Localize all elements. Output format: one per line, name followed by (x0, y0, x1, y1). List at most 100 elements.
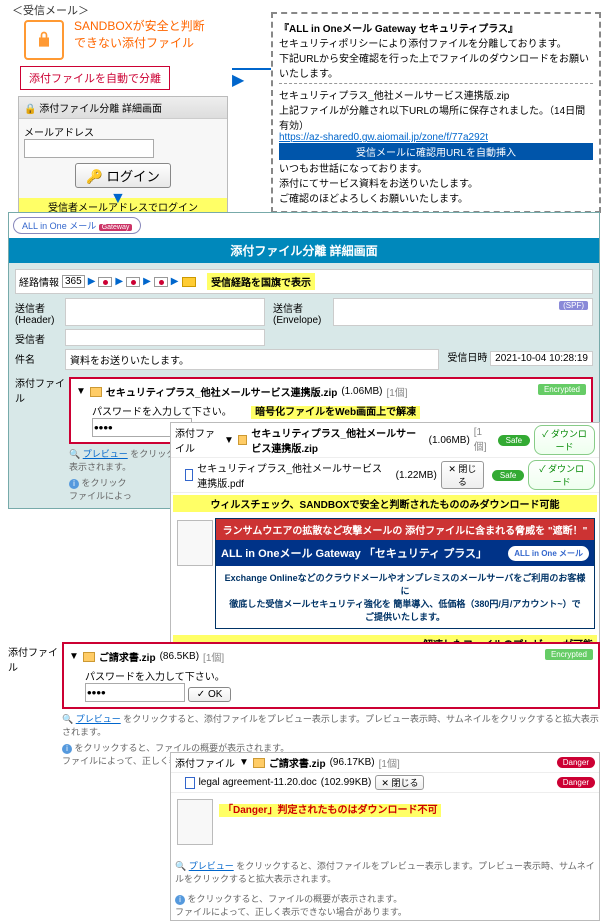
preview-link[interactable]: プレビュー (83, 449, 128, 459)
detail-pane-danger: 添付ファイル ▼ ご請求書.zip (96.17KB) [1個] Danger … (170, 752, 600, 921)
file-count: [1個] (386, 384, 407, 399)
doc-icon (185, 777, 195, 789)
app-title: 添付ファイル分離 詳細画面 (9, 238, 599, 263)
danger-note: 「Danger」判定されたものはダウンロード不可 (219, 804, 441, 817)
attachment-box: Encrypted ▼ ご請求書.zip (86.5KB) [1個] パスワード… (62, 642, 600, 709)
danger-badge: Danger (557, 757, 595, 768)
email-body3: ご確認のほどよろしくお願いいたします。 (279, 190, 593, 205)
info-help: をクリックすると、ファイルの概要が表示されます。 (188, 894, 403, 904)
file-row: ▼ セキュリティプラス_他社メールサービス連携版.zip (1.06MB) [1… (76, 384, 538, 399)
preview-help: をクリックすると、添付ファイルをプレビュー表示します。プレビュー表示時、サムネイ… (62, 714, 599, 737)
info-help2: ファイルによっ (69, 491, 132, 501)
subject-value: 資料をお送りいたします。 (65, 349, 439, 370)
flag-jp-icon (154, 277, 168, 287)
arrow-icon: ▶ (115, 276, 123, 287)
lock-icon (24, 20, 64, 60)
mini-logo: ALL in One メール (508, 546, 589, 561)
file-name: セキュリティプラス_他社メールサービス連携版.zip (251, 425, 424, 455)
sender-env-value: (SPF) (333, 298, 593, 326)
file-name: ご請求書.zip (269, 755, 326, 770)
detail-pane-safe: 添付ファイル ▼ セキュリティプラス_他社メールサービス連携版.zip (1.0… (170, 422, 600, 655)
file-size: (102.99KB) (321, 777, 372, 788)
arrow-right-icon: ▶ (232, 68, 272, 90)
safe-badge: Safe (492, 470, 524, 481)
info-note: ファイルによって、正しく表示できない場合があります。 (175, 907, 407, 917)
arrow-icon: ▶ (171, 276, 179, 287)
route-365-badge: 365 (62, 275, 85, 288)
file-count: [1個] (203, 649, 224, 664)
app-logo: ALL in One メール Gateway (13, 217, 141, 234)
ok-button[interactable]: ✓ OK (188, 687, 232, 702)
spf-badge: (SPF) (559, 301, 588, 310)
file-size: (1.22MB) (396, 470, 437, 481)
email-filename: セキュリティプラス_他社メールサービス連携版.zip (279, 87, 593, 102)
file-size: (1.06MB) (429, 435, 470, 446)
encrypted-badge: Encrypted (545, 649, 593, 660)
sandbox-note: SANDBOXが安全と判断 できない添付ファイル (74, 18, 205, 52)
recv-dt-value: 2021-10-04 10:28:19 (490, 351, 593, 366)
preview-link[interactable]: プレビュー (189, 861, 234, 871)
virus-note: ウィルスチェック、SANDBOXで安全と判断されたもののみダウンロード可能 (173, 495, 597, 512)
preview-help: をクリックすると、添付ファイルをプレビュー表示します。プレビュー表示時、サムネイ… (175, 861, 595, 884)
recipient-label: 受信者 (15, 329, 65, 346)
arrow-icon: ▶ (143, 276, 151, 287)
file-count: [1個] (474, 427, 490, 453)
file-row: ▼ ご請求書.zip (86.5KB) [1個] (69, 649, 545, 664)
attach-label: 添付ファイル (15, 373, 65, 502)
sender-header-label: 送信者 (Header) (15, 298, 65, 326)
download-button[interactable]: ✓ ダウンロード (528, 460, 595, 490)
sender-env-label: 送信者 (Envelope) (273, 298, 333, 326)
close-button[interactable]: ✕ 閉じる (375, 775, 424, 790)
file-size: (96.17KB) (330, 757, 375, 768)
safe-badge: Safe (498, 435, 530, 446)
recv-dt-label: 受信日時 (447, 353, 487, 364)
banner-red: ランサムウエアの拡散など攻撃メールの 添付ファイルに含まれる脅威を "遮断！" (216, 519, 594, 540)
sender-header-value (65, 298, 265, 326)
arrow-down-icon: ▼ (110, 190, 126, 208)
thumbnail[interactable] (177, 520, 213, 566)
preview-link[interactable]: プレビュー (76, 714, 121, 724)
thumbnail[interactable] (177, 799, 213, 845)
folder-icon (90, 387, 102, 397)
file-name: セキュリティプラス_他社メールサービス連携版.pdf (197, 460, 391, 490)
login-header: 🔒 添付ファイル分離 詳細画面 (19, 97, 227, 119)
danger-badge: Danger (557, 777, 595, 788)
pw-prompt: パスワードを入力して下さい。 (85, 672, 225, 683)
info-help1: をクリック (82, 478, 127, 488)
info-icon[interactable]: i (175, 895, 185, 905)
server-icon (182, 277, 196, 287)
email-url-link[interactable]: https://az-shared0.gw.aiomail.jp/zone/f/… (279, 132, 488, 143)
recipient-value (65, 329, 265, 346)
email-line1: セキュリティポリシーにより添付ファイルを分離しております。 (279, 35, 593, 50)
encrypted-badge: Encrypted (538, 384, 586, 395)
email-line2: 下記URLから安全確認を行った上でファイルのダウンロードをお願いいたします。 (279, 50, 593, 80)
email-preview: 『ALL in Oneメール Gateway セキュリティプラス』 セキュリティ… (271, 12, 601, 213)
banner-blue: ALL in Oneメール Gateway 「セキュリティ プラス」 ALL i… (216, 540, 594, 566)
password-field[interactable] (85, 683, 185, 702)
folder-icon (83, 652, 95, 662)
info-icon[interactable]: i (62, 744, 72, 754)
file-size: (1.06MB) (341, 386, 382, 397)
email-body1: いつもお世話になっております。 (279, 160, 593, 175)
flag-jp-icon (126, 277, 140, 287)
app-logo-bar: ALL in One メール Gateway (9, 213, 599, 238)
section-danger: 添付ファイル Encrypted ▼ ご請求書.zip (86.5KB) [1個… (8, 642, 600, 767)
email-body2: 添付にてサービス資料をお送りいたします。 (279, 175, 593, 190)
email-field[interactable] (24, 139, 154, 158)
subject-label: 件名 (15, 349, 65, 370)
url-insert-note: 受信メールに確認用URLを自動挿入 (279, 143, 593, 160)
info-icon[interactable]: i (69, 479, 79, 489)
login-button[interactable]: 🔑 ログイン (75, 163, 171, 188)
file-count: [1個] (379, 755, 400, 770)
download-button[interactable]: ✓ ダウンロード (534, 425, 595, 455)
flag-jp-icon (98, 277, 112, 287)
email-title: 『ALL in Oneメール Gateway セキュリティプラス』 (279, 20, 593, 35)
route-row: 経路情報 365 ▶ ▶ ▶ ▶ 受信経路を国旗で表示 (15, 269, 593, 294)
folder-icon (253, 758, 265, 768)
arrow-icon: ▶ (88, 276, 96, 287)
file-name: legal agreement-11.20.doc (199, 777, 317, 788)
close-button[interactable]: ✕ 閉じる (441, 461, 484, 489)
file-size: (86.5KB) (160, 651, 199, 662)
file-name: セキュリティプラス_他社メールサービス連携版.zip (106, 384, 337, 399)
attach-sub-label: 添付ファイル (175, 425, 220, 455)
